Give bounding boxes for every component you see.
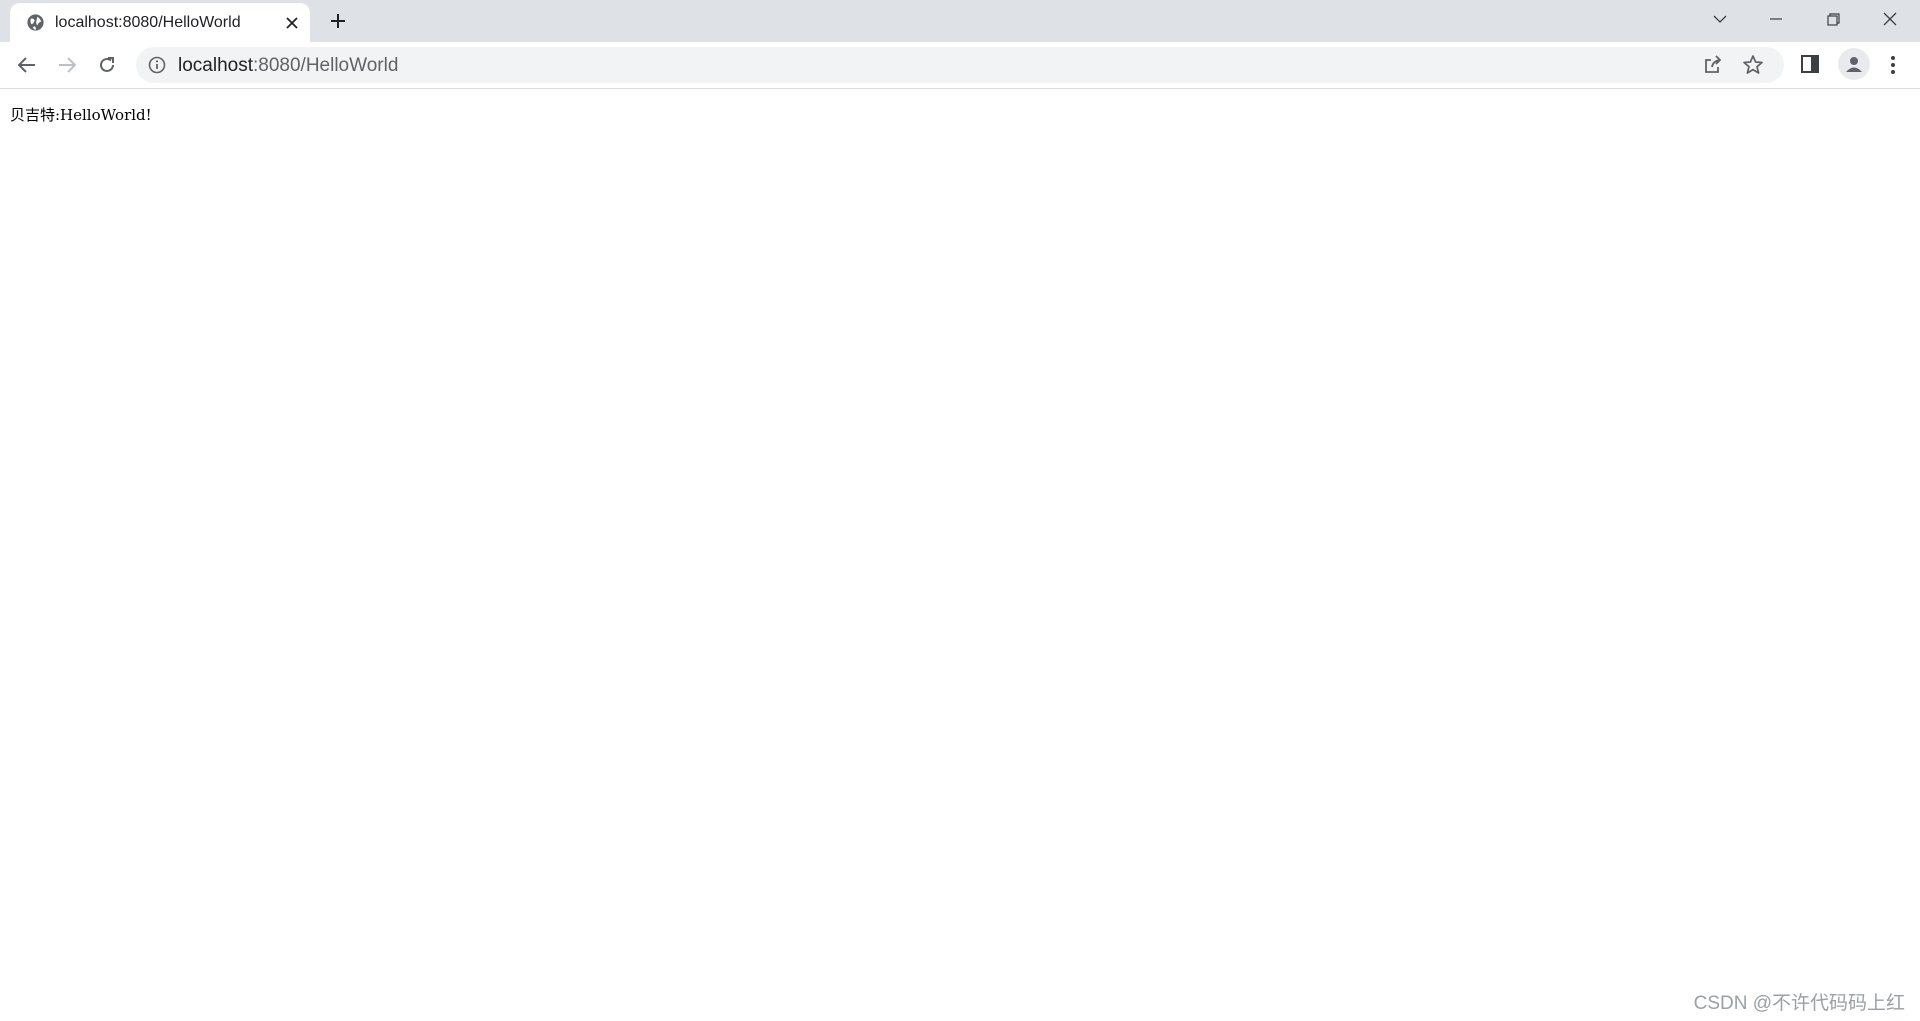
close-icon: [1883, 12, 1897, 26]
url-text[interactable]: localhost:8080/HelloWorld: [178, 55, 398, 77]
minimize-button[interactable]: [1748, 0, 1804, 38]
toolbar: localhost:8080/HelloWorld: [0, 42, 1920, 89]
back-button[interactable]: [12, 50, 42, 80]
tab-title: localhost:8080/HelloWorld: [55, 14, 241, 31]
forward-button[interactable]: [52, 50, 82, 80]
watermark: CSDN @不许代码码上红: [1693, 993, 1905, 1014]
arrow-right-icon: [58, 57, 76, 73]
profile-button[interactable]: [1838, 48, 1870, 80]
tab-active[interactable]: localhost:8080/HelloWorld: [10, 3, 310, 42]
share-icon[interactable]: [1702, 54, 1724, 76]
arrow-left-icon: [18, 57, 36, 73]
star-icon[interactable]: [1742, 54, 1764, 76]
minimize-icon: [1770, 18, 1782, 20]
address-bar[interactable]: localhost:8080/HelloWorld: [136, 47, 1784, 83]
avatar-icon: [1844, 54, 1864, 74]
globe-icon: [26, 13, 45, 32]
url-host: localhost: [178, 55, 253, 76]
side-panel-icon[interactable]: [1800, 54, 1822, 76]
new-tab-button[interactable]: [326, 9, 350, 33]
tab-strip: localhost:8080/HelloWorld: [0, 0, 1920, 42]
close-window-button[interactable]: [1862, 0, 1918, 38]
reload-icon: [98, 56, 116, 74]
plus-icon: [330, 13, 346, 29]
restore-button[interactable]: [1805, 0, 1861, 38]
chevron-down-icon: [1713, 15, 1727, 23]
info-icon[interactable]: [148, 56, 166, 74]
menu-button[interactable]: [1880, 52, 1906, 78]
reload-button[interactable]: [92, 50, 122, 80]
close-icon[interactable]: [282, 13, 302, 33]
tab-search-button[interactable]: [1692, 0, 1748, 38]
more-vert-icon: [1890, 55, 1896, 75]
url-path: :8080/HelloWorld: [253, 55, 399, 76]
restore-icon: [1826, 12, 1840, 26]
browser-window: localhost:8080/HelloWorld localhost:8080…: [0, 0, 1920, 1021]
page-text: 贝吉特:HelloWorld!: [10, 106, 152, 124]
page-content: 贝吉特:HelloWorld! CSDN @不许代码码上红: [0, 89, 1920, 1021]
